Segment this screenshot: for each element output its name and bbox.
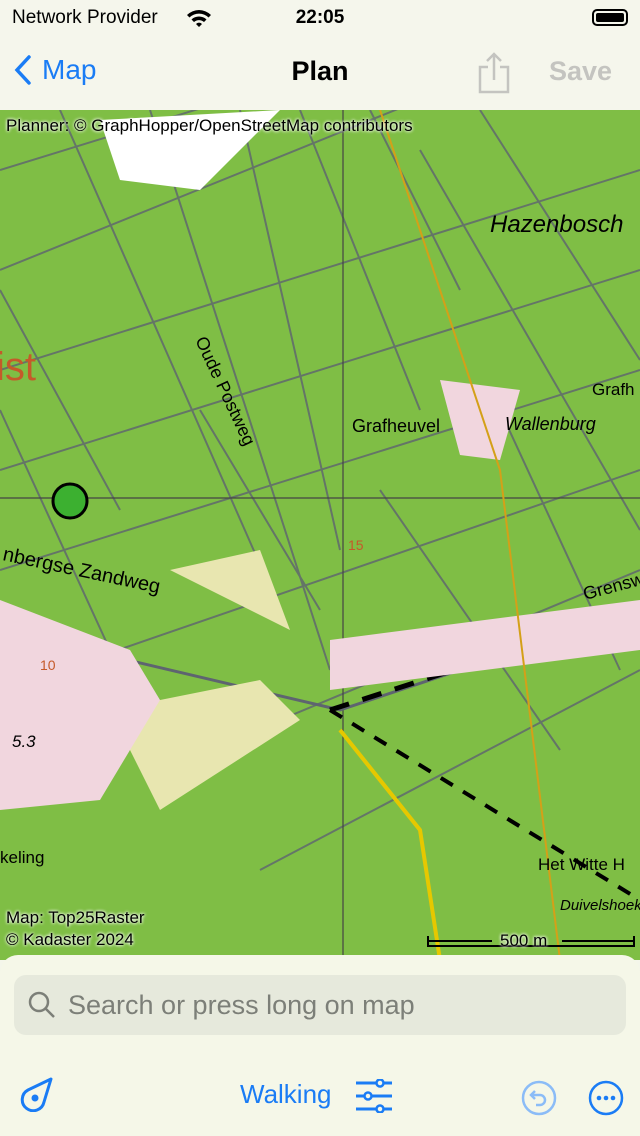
topographic-map: Hazenbosch ist Oude Postweg Grafheuvel W… — [0, 110, 640, 960]
undo-icon[interactable] — [521, 1080, 557, 1116]
map-attribution: Map: Top25Raster — [6, 908, 145, 927]
map-label-grensw: Grensw — [581, 568, 640, 604]
planner-attribution: Planner: © GraphHopper/OpenStreetMap con… — [6, 116, 413, 135]
copyright-attribution: © Kadaster 2024 — [6, 930, 134, 949]
routing-profile-button[interactable]: Walking — [240, 1079, 332, 1110]
search-placeholder: Search or press long on map — [68, 989, 415, 1020]
save-button[interactable]: Save — [549, 56, 612, 87]
contour-label-10: 10 — [40, 657, 56, 673]
share-icon[interactable] — [476, 52, 512, 94]
status-bar: Network Provider 22:05 — [0, 0, 640, 36]
map-label-keling: keling — [0, 848, 44, 867]
sliders-icon[interactable] — [356, 1079, 392, 1113]
page-title: Plan — [291, 56, 349, 86]
search-field[interactable]: Search or press long on map — [14, 975, 626, 1035]
more-options-icon[interactable] — [588, 1080, 624, 1116]
map-label-ist: ist — [0, 345, 36, 389]
clock: 22:05 — [295, 7, 345, 28]
map-label-witte: Het Witte H — [538, 855, 625, 874]
map-label-grafheuvel: Grafheuvel — [352, 416, 440, 436]
scale-label: 500 m — [500, 931, 548, 950]
map-label-graft: Grafh — [592, 380, 635, 399]
battery-icon — [592, 9, 628, 26]
location-pin-icon[interactable] — [20, 1076, 54, 1112]
map-label-wallenburg: Wallenburg — [505, 414, 596, 434]
map-label-duivelshoek: Duivelshoek — [560, 897, 640, 914]
map-label-elevation: 5.3 — [12, 732, 36, 751]
contour-label-15: 15 — [348, 537, 364, 553]
navigation-bar: Map Plan Save — [0, 36, 640, 110]
search-icon — [28, 991, 55, 1018]
bottom-sheet: Search or press long on map Walking — [0, 955, 640, 1136]
map-label-hazenbosch: Hazenbosch — [490, 211, 623, 238]
map-view[interactable]: Hazenbosch ist Oude Postweg Grafheuvel W… — [0, 110, 640, 960]
route-point-marker[interactable] — [51, 482, 89, 520]
